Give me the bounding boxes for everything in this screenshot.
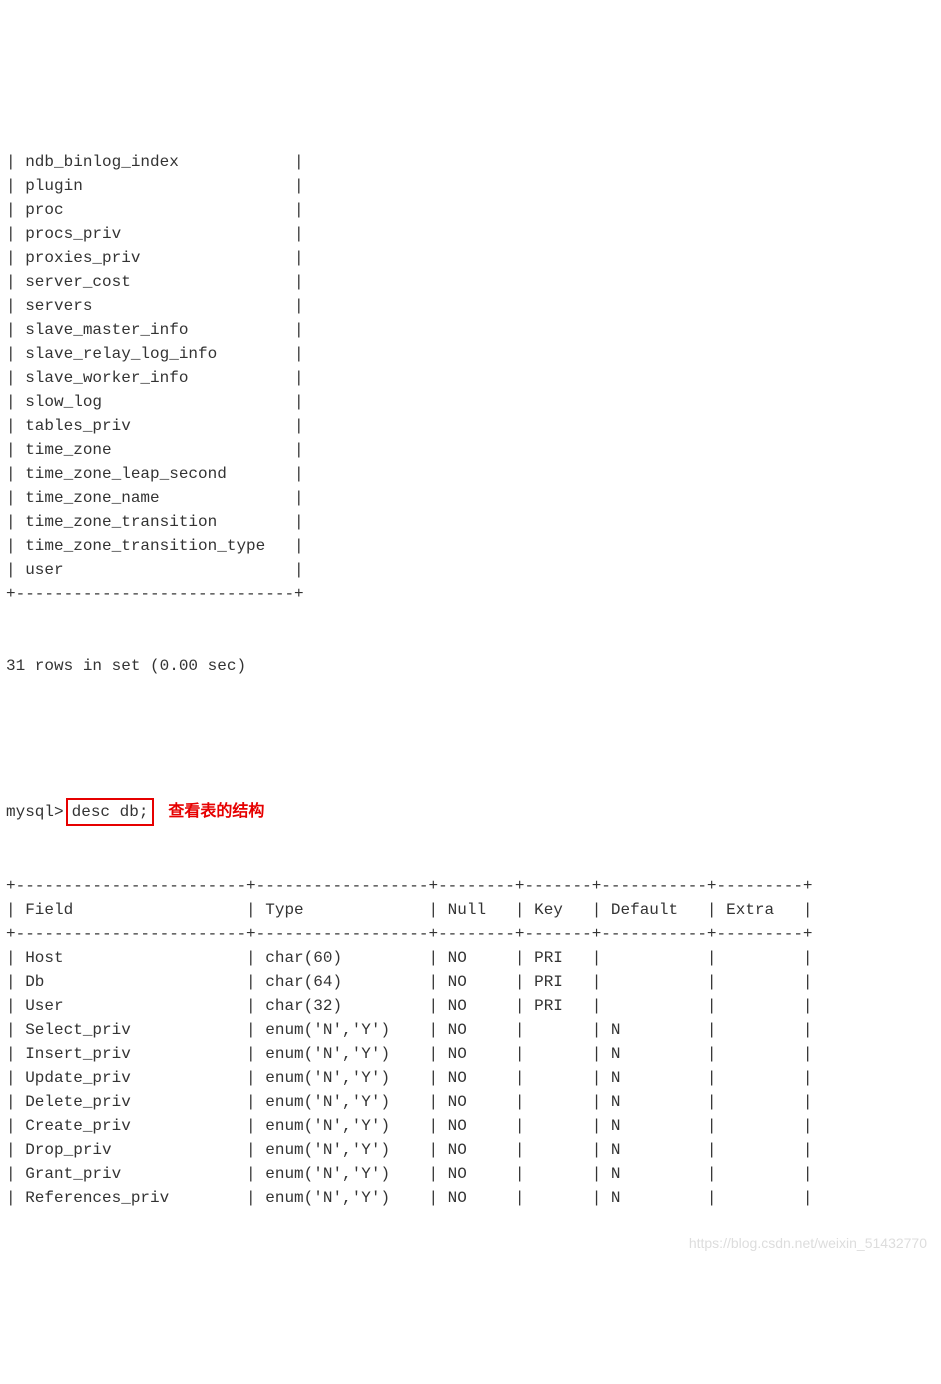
desc-table-row: | Host | char(60) | NO | PRI | | | — [6, 946, 935, 970]
desc-table-row: | Field | Type | Null | Key | Default | … — [6, 898, 935, 922]
watermark: https://blog.csdn.net/weixin_51432770 — [689, 1233, 927, 1254]
table-list-row: | proc | — [6, 198, 935, 222]
table-list-row: | proxies_priv | — [6, 246, 935, 270]
desc-table-row: | User | char(32) | NO | PRI | | | — [6, 994, 935, 1018]
blank-line — [6, 726, 935, 750]
table-list-row: | procs_priv | — [6, 222, 935, 246]
table-list-row: | tables_priv | — [6, 414, 935, 438]
command-annotation: 查看表的结构 — [168, 800, 264, 824]
table-list-section: | ndb_binlog_index || plugin || proc || … — [6, 150, 935, 606]
desc-table-row: +------------------------+--------------… — [6, 874, 935, 898]
desc-table-row: | Grant_priv | enum('N','Y') | NO | | N … — [6, 1162, 935, 1186]
desc-table-row: | References_priv | enum('N','Y') | NO |… — [6, 1186, 935, 1210]
table-list-row: | plugin | — [6, 174, 935, 198]
table-list-row: | slave_master_info | — [6, 318, 935, 342]
table-list-row: | time_zone_transition | — [6, 510, 935, 534]
desc-table-row: | Create_priv | enum('N','Y') | NO | | N… — [6, 1114, 935, 1138]
command-text: desc db; — [72, 803, 149, 821]
table-list-row: | server_cost | — [6, 270, 935, 294]
desc-table-row: | Select_priv | enum('N','Y') | NO | | N… — [6, 1018, 935, 1042]
table-list-row: | time_zone | — [6, 438, 935, 462]
terminal-output: | ndb_binlog_index || plugin || proc || … — [6, 102, 935, 1258]
table-list-row: | servers | — [6, 294, 935, 318]
desc-table-row: +------------------------+--------------… — [6, 922, 935, 946]
command-line: mysql> desc db; 查看表的结构 — [6, 798, 935, 826]
table-list-row: | ndb_binlog_index | — [6, 150, 935, 174]
table-list-row: | slave_relay_log_info | — [6, 342, 935, 366]
command-highlight: desc db; — [66, 798, 155, 826]
desc-table-row: | Drop_priv | enum('N','Y') | NO | | N |… — [6, 1138, 935, 1162]
prompt: mysql> — [6, 800, 64, 824]
table-list-row: | time_zone_leap_second | — [6, 462, 935, 486]
summary-line: 31 rows in set (0.00 sec) — [6, 654, 935, 678]
desc-table-row: | Db | char(64) | NO | PRI | | | — [6, 970, 935, 994]
table-list-row: | time_zone_transition_type | — [6, 534, 935, 558]
table-list-row: | time_zone_name | — [6, 486, 935, 510]
table-list-row: | slow_log | — [6, 390, 935, 414]
table-list-row: +-----------------------------+ — [6, 582, 935, 606]
desc-table-row: | Delete_priv | enum('N','Y') | NO | | N… — [6, 1090, 935, 1114]
table-list-row: | slave_worker_info | — [6, 366, 935, 390]
desc-table-row: | Insert_priv | enum('N','Y') | NO | | N… — [6, 1042, 935, 1066]
table-list-row: | user | — [6, 558, 935, 582]
desc-table-row: | Update_priv | enum('N','Y') | NO | | N… — [6, 1066, 935, 1090]
desc-table-section: +------------------------+--------------… — [6, 874, 935, 1210]
